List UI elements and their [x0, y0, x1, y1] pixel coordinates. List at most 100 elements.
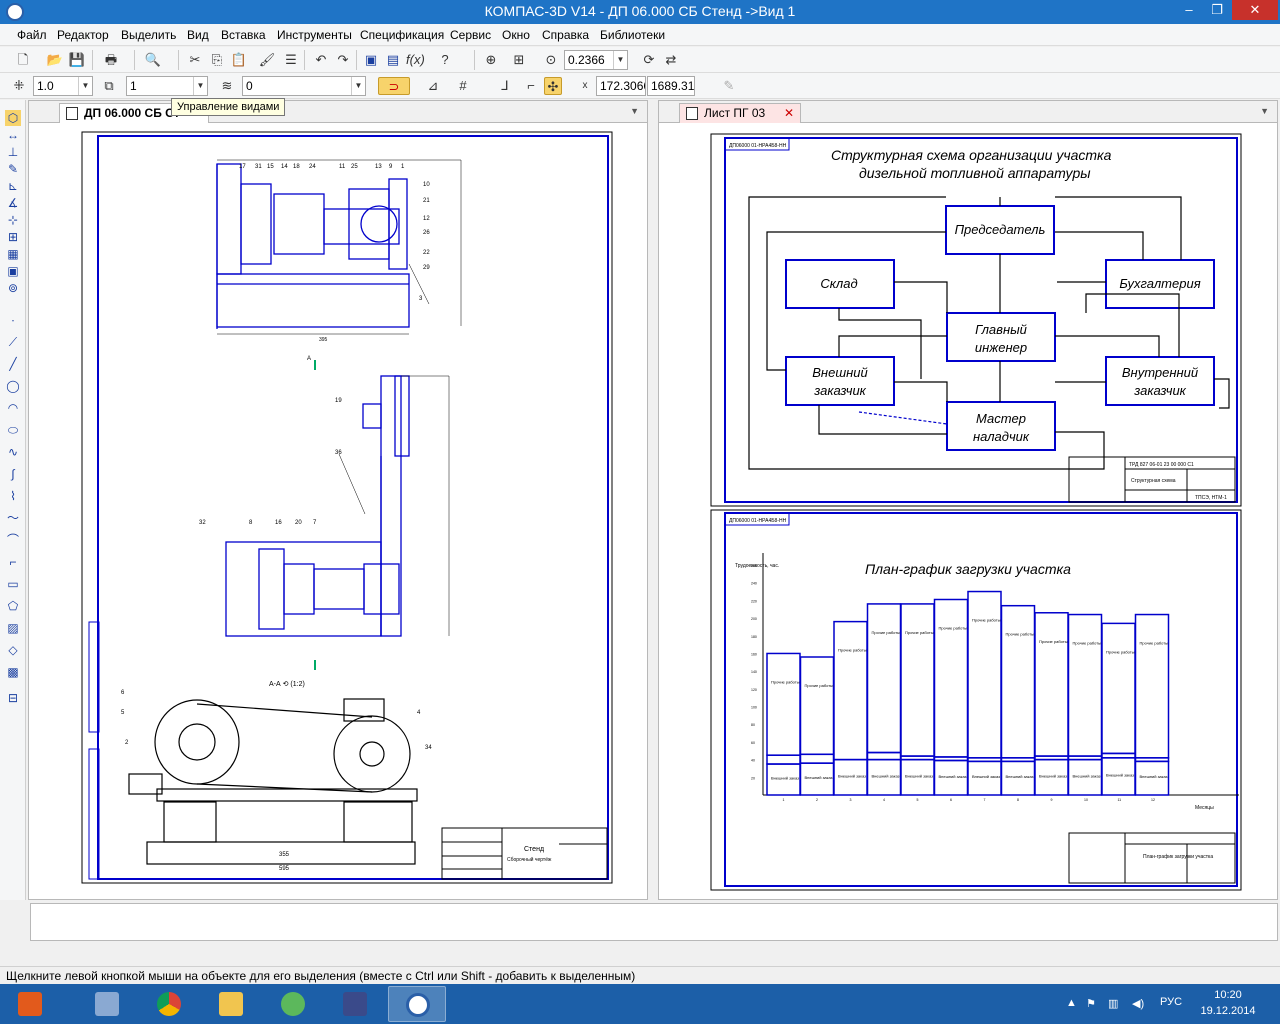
menu-help[interactable]: Справка — [542, 28, 589, 42]
menu-specification[interactable]: Спецификация — [360, 28, 444, 42]
save-icon[interactable]: 💾 — [68, 51, 86, 69]
drawing-canvas[interactable]: 395 17 31 15 14 18 24 11 25 13 91 10 21 12 26 22 2… — [29, 124, 647, 899]
contour-icon[interactable]: ◇ — [5, 642, 21, 658]
save-app-task[interactable] — [326, 986, 384, 1022]
media-player-task[interactable] — [10, 986, 50, 1022]
copy-icon[interactable]: ⎘ — [208, 51, 226, 69]
point-icon[interactable]: ∙ — [5, 312, 21, 328]
new-document-icon[interactable]: 🗋 — [14, 51, 32, 69]
refresh-icon[interactable]: ⟳ — [640, 51, 658, 69]
menu-service[interactable]: Сервис — [450, 28, 491, 42]
redo-icon[interactable]: ↷ — [334, 51, 352, 69]
volume-icon[interactable]: ◀) — [1132, 997, 1144, 1010]
spec-icon[interactable]: ⊞ — [5, 229, 21, 245]
chevron-down-icon[interactable]: ▼ — [630, 106, 639, 116]
local-cs-icon[interactable]: ⅃ — [496, 77, 514, 95]
paste-icon[interactable]: 📋 — [230, 51, 248, 69]
segment-icon[interactable]: ╱ — [5, 356, 21, 372]
rectangle-icon[interactable]: ▭ — [5, 576, 21, 592]
chevron-down-icon[interactable]: ▼ — [1260, 106, 1269, 116]
menu-libraries[interactable]: Библиотеки — [600, 28, 665, 42]
maximize-button[interactable]: ❐ — [1204, 0, 1230, 20]
edit-icon[interactable]: ✎ — [5, 161, 21, 177]
sheet-canvas[interactable]: ДП06000 01-НРА4Б8-НН Структурная схема о… — [659, 124, 1277, 899]
menu-editor[interactable]: Редактор — [57, 28, 109, 42]
undo-icon[interactable]: ↶ — [312, 51, 330, 69]
scale-combo[interactable]: 1.0 ▼ — [33, 76, 93, 96]
parametrization-icon[interactable]: ⊾ — [5, 178, 21, 194]
open-folder-icon[interactable]: 📂 — [46, 51, 64, 69]
y-coordinate-field[interactable]: 1689.316 — [647, 76, 695, 96]
aux-line-icon[interactable]: ⟋ — [5, 334, 21, 350]
tab-sheet-pg03[interactable]: Лист ПГ 03 ✕ — [679, 103, 801, 123]
polygon-icon[interactable]: ⬠ — [5, 598, 21, 614]
cursor-coords-icon[interactable]: ✣ — [544, 77, 562, 95]
format-brush-icon[interactable]: 🖌 — [258, 51, 276, 69]
hatch-icon[interactable]: ▨ — [5, 620, 21, 636]
chamfer-icon[interactable]: ⌐ — [5, 554, 21, 570]
dimensions-icon[interactable]: ↔ — [5, 127, 21, 143]
fillet-icon[interactable]: ⌒ — [5, 532, 21, 548]
close-icon[interactable]: ✕ — [784, 106, 794, 120]
arc-icon[interactable]: ◠ — [5, 400, 21, 416]
zoom-all-icon[interactable]: ⊞ — [510, 51, 528, 69]
grid-step-icon[interactable]: ⁜ — [10, 77, 28, 95]
tray-arrow-icon[interactable]: ▲ — [1066, 997, 1077, 1009]
layer-combo[interactable]: 0 ▼ — [242, 76, 366, 96]
zoom-scale-combo[interactable]: 0.2366 ▼ — [564, 50, 628, 70]
polyline-icon[interactable]: ⌇ — [5, 488, 21, 504]
menu-tools[interactable]: Инструменты — [277, 28, 352, 42]
network-tray-icon[interactable]: ▥ — [1108, 997, 1118, 1010]
move-icon[interactable]: ⇄ — [662, 51, 680, 69]
bezier-icon[interactable]: ∫ — [5, 466, 21, 482]
zoom-dynamic-icon[interactable]: ⊙ — [542, 51, 560, 69]
manager-icon[interactable]: ▣ — [362, 51, 380, 69]
layers-icon[interactable]: ≋ — [218, 77, 236, 95]
menu-select[interactable]: Выделить — [121, 28, 176, 42]
network-task[interactable] — [264, 986, 322, 1022]
ortho-mode-icon[interactable]: ⌐ — [522, 77, 540, 95]
x-coordinate-field[interactable]: 172.3066 — [596, 76, 646, 96]
preview-icon[interactable]: 🔍 — [144, 51, 162, 69]
variables-icon[interactable]: f(x) — [406, 51, 425, 69]
cut-icon[interactable]: ✂ — [186, 51, 204, 69]
insert-icon[interactable]: ▣ — [5, 263, 21, 279]
spline-icon[interactable]: ∿ — [5, 444, 21, 460]
kompas-task[interactable] — [388, 986, 446, 1022]
menu-file[interactable]: Файл — [17, 28, 47, 42]
geometry-icon[interactable]: ⬡ — [5, 110, 21, 126]
flag-icon[interactable]: ⚑ — [1086, 997, 1096, 1010]
clock-date[interactable]: 19.12.2014 — [1198, 1005, 1258, 1017]
chevron-down-icon[interactable]: ▼ — [613, 51, 627, 69]
print-icon[interactable]: 🖶 — [102, 51, 120, 69]
menu-insert[interactable]: Вставка — [221, 28, 266, 42]
measure-icon[interactable]: ∡ — [5, 195, 21, 211]
properties-panel[interactable] — [30, 903, 1278, 941]
chrome-task[interactable] — [140, 986, 198, 1022]
chevron-down-icon[interactable]: ▼ — [78, 77, 92, 95]
grid-icon[interactable]: # — [454, 77, 472, 95]
hatch-fill-icon[interactable]: ▩ — [5, 664, 21, 680]
chevron-down-icon[interactable]: ▼ — [193, 77, 207, 95]
select-icon[interactable]: ⊹ — [5, 212, 21, 228]
circle-icon[interactable]: ◯ — [5, 378, 21, 394]
nurbs-icon[interactable]: 〜 — [5, 510, 21, 526]
menu-view[interactable]: Вид — [187, 28, 209, 42]
library-manager-icon[interactable]: ▤ — [384, 51, 402, 69]
macro-icon[interactable]: ⊟ — [5, 690, 21, 706]
zoom-window-icon[interactable]: ⊕ — [482, 51, 500, 69]
language-indicator[interactable]: РУС — [1160, 996, 1182, 1008]
frags-icon[interactable]: ⊚ — [5, 280, 21, 296]
clock-time[interactable]: 10:20 — [1202, 989, 1254, 1001]
orthogonal-icon[interactable]: ⊿ — [424, 77, 442, 95]
minimize-button[interactable]: – — [1176, 0, 1202, 20]
ellipse-icon[interactable]: ⬭ — [5, 422, 21, 438]
properties-icon[interactable]: ☰ — [282, 51, 300, 69]
close-button[interactable]: ✕ — [1232, 0, 1278, 20]
chevron-down-icon[interactable]: ▼ — [351, 77, 365, 95]
view-number-combo[interactable]: 1 ▼ — [126, 76, 208, 96]
calculator-task[interactable] — [78, 986, 136, 1022]
context-help-icon[interactable]: ? — [436, 51, 454, 69]
snap-magnet-icon[interactable]: ⊃ — [378, 77, 410, 95]
view-manager-icon[interactable]: ⧉ — [100, 77, 118, 95]
